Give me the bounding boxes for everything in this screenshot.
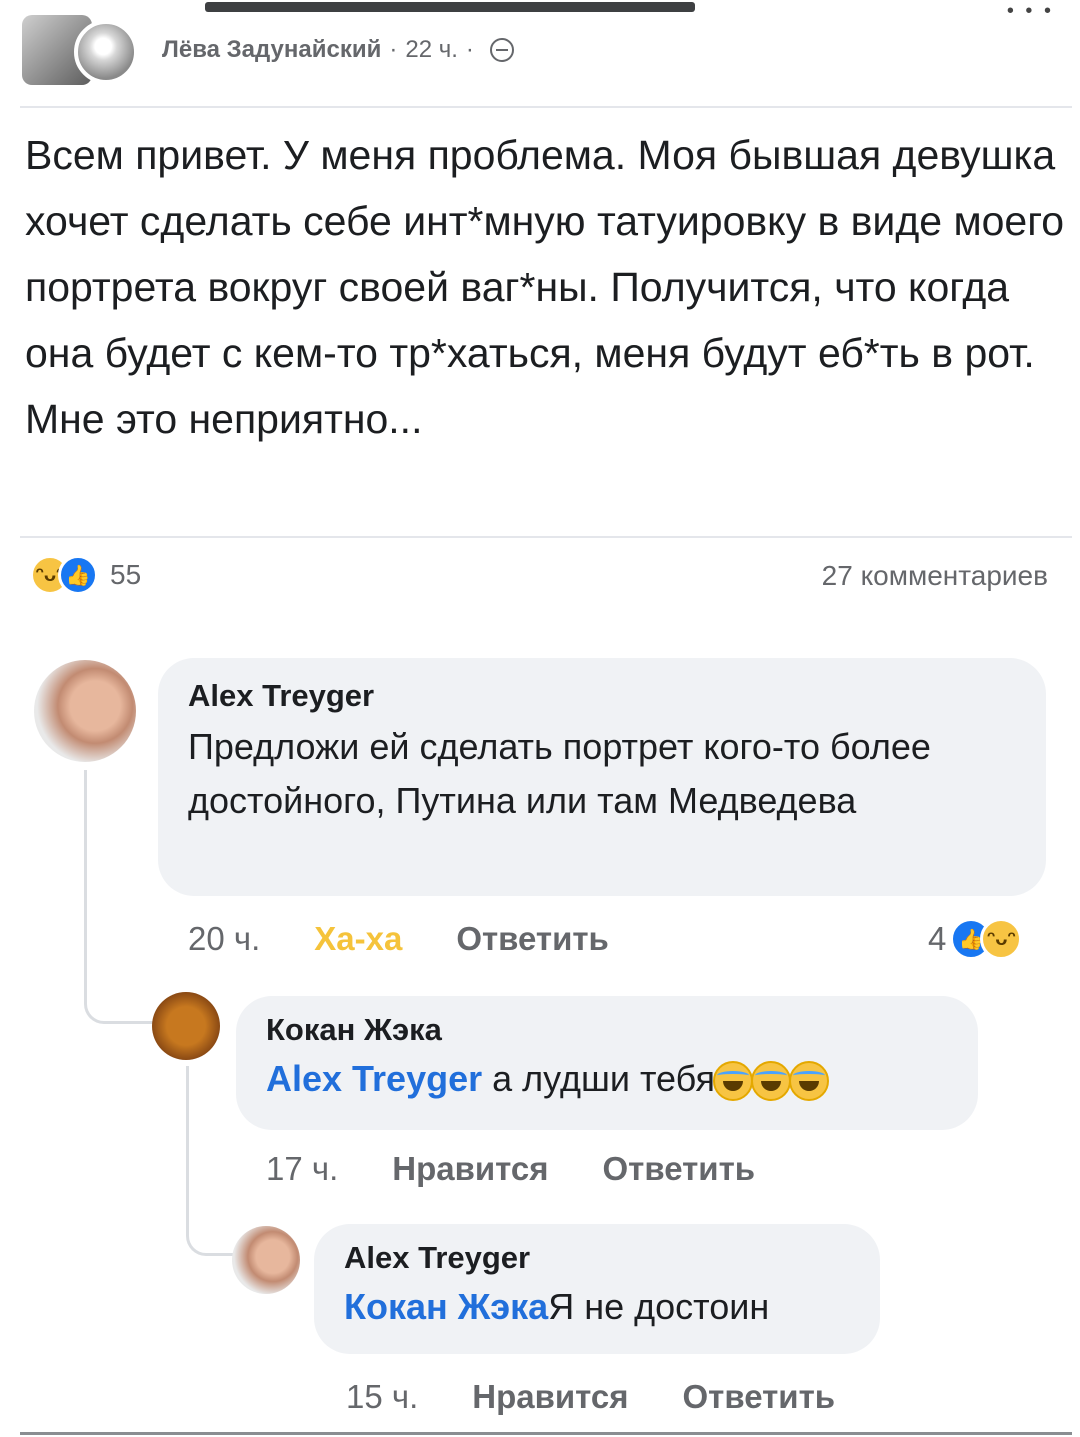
post-reactions[interactable]: ᵔᴗᵔ 👍 55 xyxy=(30,555,141,595)
reactions-count: 55 xyxy=(110,559,142,590)
author-avatar[interactable] xyxy=(74,20,138,84)
tears-of-joy-icon xyxy=(713,1061,753,1102)
commenter-avatar[interactable] xyxy=(34,660,136,762)
haha-reaction-icon: ᵔᴗᵔ xyxy=(980,918,1023,960)
tears-of-joy-icon xyxy=(789,1061,829,1102)
comment-reactions[interactable]: 4 👍 ᵔᴗᵔ xyxy=(928,918,1023,960)
reply-text: Я не достоин xyxy=(548,1286,770,1327)
reply-author[interactable]: Alex Treyger xyxy=(344,1240,850,1276)
post-text: Всем привет. У меня проблема. Моя бывшая… xyxy=(25,132,1065,442)
mention-link[interactable]: Alex Treyger xyxy=(266,1058,482,1099)
reply-author[interactable]: Кокан Жэка xyxy=(266,1012,948,1048)
comments-count[interactable]: 27 комментариев xyxy=(822,560,1048,592)
mention-link[interactable]: Кокан Жэка xyxy=(344,1286,548,1327)
meta-separator: · xyxy=(389,36,398,63)
divider xyxy=(20,536,1072,538)
reply-button[interactable]: Ответить xyxy=(683,1378,836,1416)
bottom-edge xyxy=(20,1432,1072,1435)
comment-actions: 20 ч. Ха-ха Ответить xyxy=(188,920,609,958)
comment-author[interactable]: Alex Treyger xyxy=(188,678,1016,714)
reply-button[interactable]: Ответить xyxy=(456,920,609,958)
reply-time[interactable]: 17 ч. xyxy=(266,1150,338,1188)
comment-reactions-count: 4 xyxy=(928,920,947,957)
reply-avatar[interactable] xyxy=(232,1226,300,1294)
reply-button[interactable]: Ответить xyxy=(603,1150,756,1188)
reply-bubble: Кокан Жэка Alex Treyger а лудши тебя xyxy=(236,996,978,1130)
reply-avatar[interactable] xyxy=(152,992,220,1060)
reply-actions: 15 ч. Нравится Ответить xyxy=(346,1378,835,1416)
like-button[interactable]: Нравится xyxy=(472,1378,628,1416)
haha-button[interactable]: Ха-ха xyxy=(314,920,402,958)
reply-text-line: Alex Treyger а лудши тебя xyxy=(266,1052,948,1106)
like-reaction-icon: 👍 xyxy=(58,555,98,595)
thread-line xyxy=(84,770,164,1024)
post-header: Лёва Задунайский · 22 ч. · xyxy=(22,10,514,90)
reply-actions: 17 ч. Нравится Ответить xyxy=(266,1150,755,1188)
like-button[interactable]: Нравится xyxy=(392,1150,548,1188)
reply-bubble: Alex Treyger Кокан ЖэкаЯ не достоин xyxy=(314,1224,880,1354)
post-meta: Лёва Задунайский · 22 ч. · xyxy=(162,36,514,64)
post-time[interactable]: 22 ч. xyxy=(405,36,458,64)
globe-icon xyxy=(489,38,514,62)
meta-separator: · xyxy=(465,36,474,63)
comment-time[interactable]: 20 ч. xyxy=(188,920,260,958)
divider xyxy=(20,106,1072,108)
reply-text: а лудши тебя xyxy=(492,1058,715,1099)
comment-bubble: Alex Treyger Предложи ей сделать портрет… xyxy=(158,658,1046,896)
reply-time[interactable]: 15 ч. xyxy=(346,1378,418,1416)
tears-of-joy-icon xyxy=(751,1061,791,1102)
reply-text-line: Кокан ЖэкаЯ не достоин xyxy=(344,1280,850,1334)
more-options-icon[interactable]: • • • xyxy=(1007,0,1054,22)
post-author-name[interactable]: Лёва Задунайский xyxy=(162,36,381,64)
comment-text: Предложи ей сделать портрет кого-то боле… xyxy=(188,726,931,821)
